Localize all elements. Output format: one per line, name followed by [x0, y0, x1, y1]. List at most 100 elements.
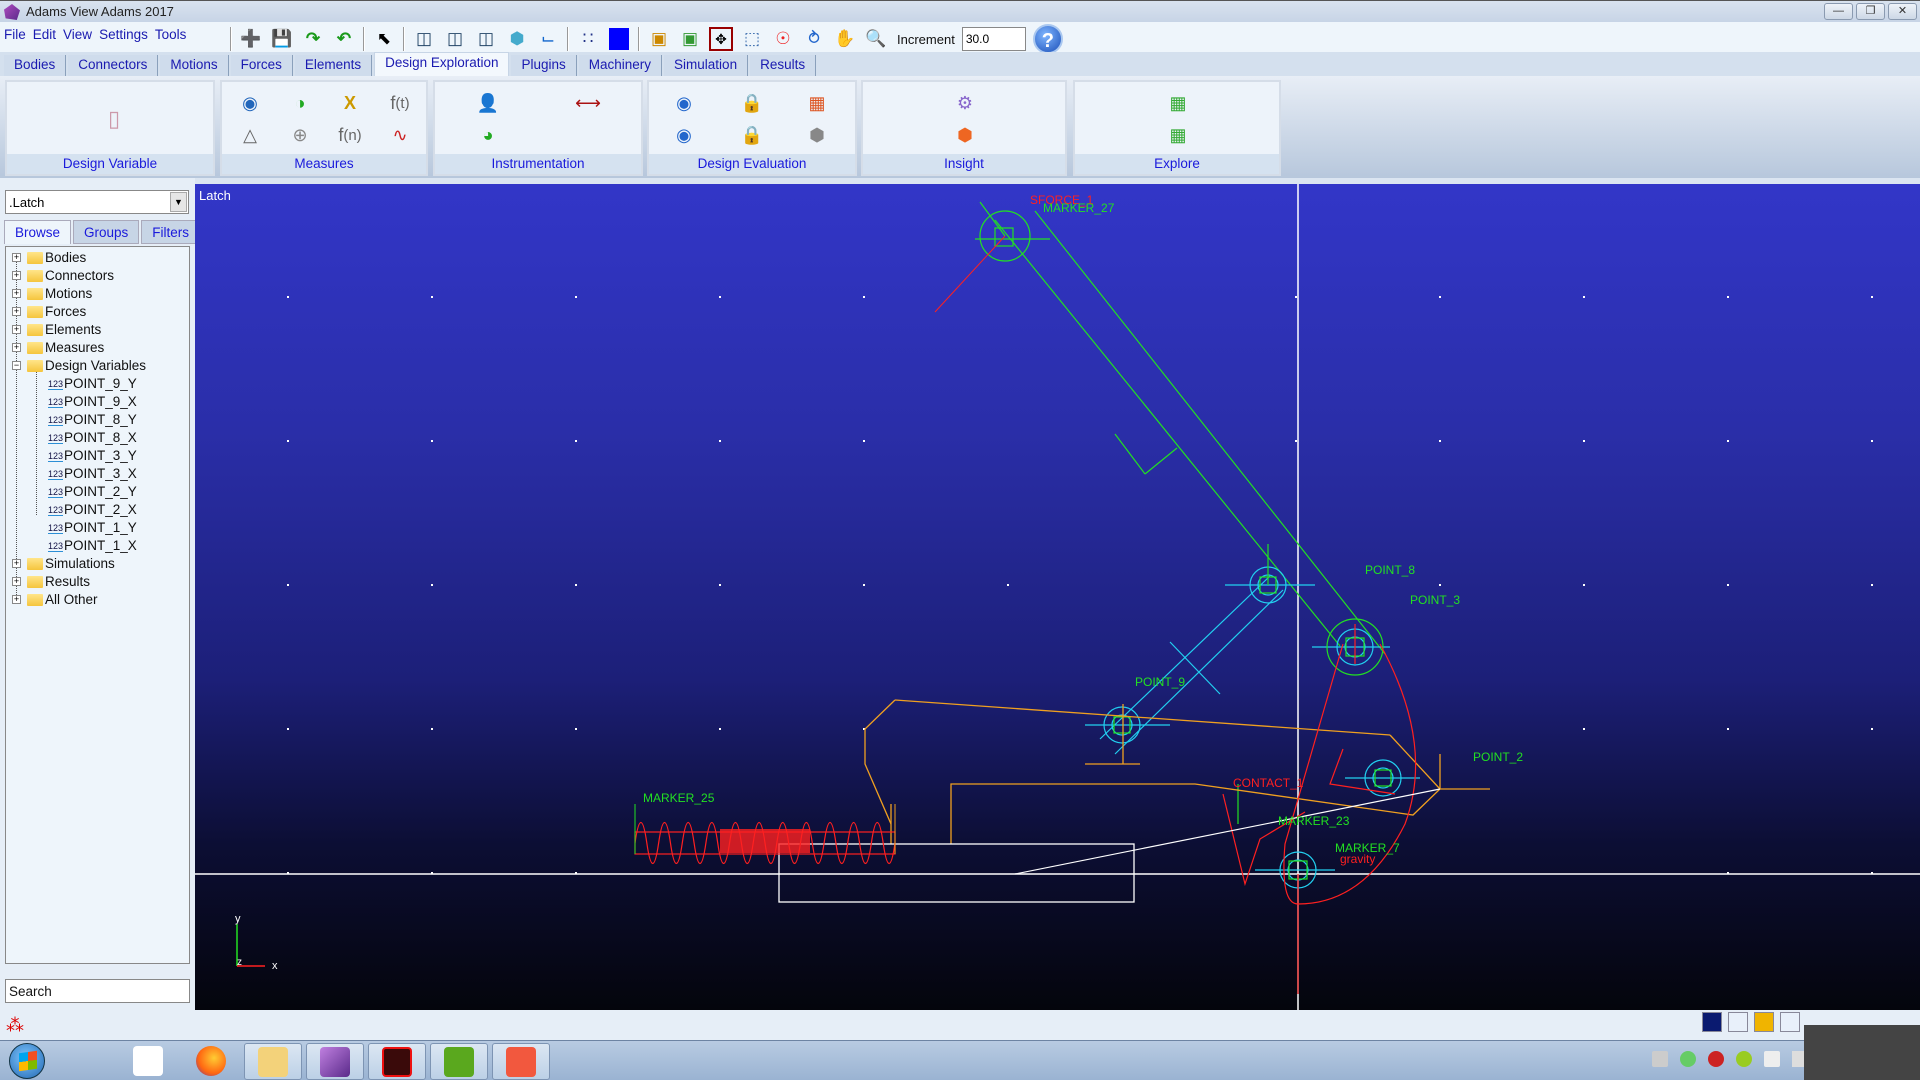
tree-leaf[interactable]: 123 POINT_9_Y [6, 375, 189, 393]
tab-machinery[interactable]: Machinery [578, 55, 663, 76]
adams-status-icon[interactable]: ⁂ [6, 1015, 24, 1036]
360-icon[interactable] [1736, 1051, 1752, 1067]
wechat-icon[interactable] [1680, 1051, 1696, 1067]
render-wireframe-icon[interactable]: ◫ [443, 27, 467, 51]
tree-leaf[interactable]: 123 POINT_1_X [6, 537, 189, 555]
tree-node-forces[interactable]: + Forces [6, 303, 189, 321]
tab-results[interactable]: Results [750, 55, 817, 76]
tree-node-measures[interactable]: + Measures [6, 339, 189, 357]
tree-node-all-other[interactable]: + All Other [6, 591, 189, 609]
tab-filters[interactable]: Filters [141, 220, 201, 244]
zoom-icon[interactable]: 🔍 [864, 27, 888, 51]
calculator-icon[interactable]: ▦ [804, 90, 830, 116]
zoom-box-icon[interactable]: ⬚ [740, 27, 764, 51]
tree-leaf[interactable]: 123 POINT_9_X [6, 393, 189, 411]
function-n-icon[interactable]: f (n) [337, 122, 363, 148]
center-icon[interactable]: ☉ [771, 27, 795, 51]
select-arrow-icon[interactable]: ⬉ [372, 27, 396, 51]
taskbar-adams[interactable] [306, 1043, 364, 1080]
tree-node-results[interactable]: + Results [6, 573, 189, 591]
redo-icon[interactable]: ↶ [332, 27, 356, 51]
tree-node-motions[interactable]: + Motions [6, 285, 189, 303]
render-hidden-icon[interactable]: ◫ [474, 27, 498, 51]
tree-leaf[interactable]: 123 POINT_2_X [6, 501, 189, 519]
tree-leaf[interactable]: 123 POINT_3_X [6, 465, 189, 483]
baidu-cloud-icon[interactable] [133, 1046, 163, 1076]
measure-plot-icon[interactable]: ∿ [387, 122, 413, 148]
model-select[interactable]: .Latch ▼ [5, 190, 189, 214]
menu-tools[interactable]: Tools [155, 27, 187, 42]
taskbar-acrobat[interactable] [368, 1043, 426, 1080]
pan-icon[interactable]: ✋ [833, 27, 857, 51]
taskbar-explorer[interactable] [244, 1043, 302, 1080]
surface-icon[interactable]: ⬢ [804, 122, 830, 148]
tree-leaf[interactable]: 123 POINT_3_Y [6, 447, 189, 465]
point-measure-icon[interactable]: ◉ [237, 90, 263, 116]
browser-search-input[interactable]: Search [5, 979, 190, 1003]
tab-plugins[interactable]: Plugins [511, 55, 577, 76]
tab-elements[interactable]: Elements [294, 55, 373, 76]
tab-forces[interactable]: Forces [230, 55, 293, 76]
new-model-icon[interactable]: ➕ [239, 27, 263, 51]
tab-connectors[interactable]: Connectors [68, 55, 159, 76]
model-viewport[interactable]: SFORCE_1 MARKER_27 MARKER_25 POINT_8 POI… [195, 184, 1920, 1010]
tree-node-connectors[interactable]: + Connectors [6, 267, 189, 285]
coordinate-system-icon[interactable]: ⌙ [536, 27, 560, 51]
gauge-icon[interactable]: ◕ [475, 122, 501, 148]
objective-icon[interactable]: ◉ [671, 90, 697, 116]
keyboard-icon[interactable] [1652, 1051, 1668, 1067]
rotate-icon[interactable]: ⥁ [802, 27, 826, 51]
triad-toggle-icon[interactable] [1728, 1012, 1748, 1032]
help-icon[interactable]: ? [1032, 24, 1063, 54]
tree-node-bodies[interactable]: + Bodies [6, 249, 189, 267]
fit-icon[interactable]: ▣ [678, 27, 702, 51]
save-icon[interactable]: 💾 [270, 27, 294, 51]
insight-export-icon[interactable]: ⚙ [952, 90, 978, 116]
constraint-icon[interactable]: 🔒 [739, 90, 765, 116]
angle-measure-icon[interactable]: ◑ [287, 90, 313, 116]
orientation-measure-icon[interactable]: ⊕ [287, 122, 313, 148]
grid-icon[interactable]: ∷ [576, 27, 600, 51]
restore-button[interactable]: ❐ [1856, 3, 1885, 20]
tab-groups[interactable]: Groups [73, 220, 140, 244]
start-button[interactable] [9, 1043, 45, 1079]
translate-icon[interactable]: ✥ [709, 27, 733, 51]
function-time-icon[interactable]: f (t) [387, 90, 413, 116]
table-export-icon[interactable]: ▦ [1165, 90, 1191, 116]
tab-design-exploration[interactable]: Design Exploration [374, 52, 510, 76]
tree-leaf[interactable]: 123 POINT_8_Y [6, 411, 189, 429]
security-icon[interactable] [1708, 1051, 1724, 1067]
undo-icon[interactable]: ↷ [301, 27, 325, 51]
grid-toggle-icon[interactable] [1780, 1012, 1800, 1032]
minimize-button[interactable]: — [1824, 3, 1853, 20]
tree-leaf[interactable]: 123 POINT_2_Y [6, 483, 189, 501]
power-icon[interactable] [1764, 1051, 1780, 1067]
distance-measure-icon[interactable]: △ [237, 122, 263, 148]
taskbar-camtasia-recorder[interactable] [430, 1043, 488, 1080]
chevron-down-icon[interactable]: ▼ [170, 192, 187, 212]
color-swatch-icon[interactable] [1754, 1012, 1774, 1032]
table-import-icon[interactable]: ▦ [1165, 122, 1191, 148]
tree-node-simulations[interactable]: + Simulations [6, 555, 189, 573]
range-measure-icon[interactable]: X [337, 90, 363, 116]
tab-browse[interactable]: Browse [4, 220, 72, 244]
iso-view-icon[interactable]: ⬢ [505, 27, 529, 51]
tree-node-elements[interactable]: + Elements [6, 321, 189, 339]
menu-file[interactable]: File [4, 27, 26, 42]
tab-simulation[interactable]: Simulation [664, 55, 749, 76]
insight-surface-icon[interactable]: ⬢ [952, 122, 978, 148]
menu-settings[interactable]: Settings [99, 27, 148, 42]
close-button[interactable]: ✕ [1888, 3, 1917, 20]
tree-leaf[interactable]: 123 POINT_8_X [6, 429, 189, 447]
menu-edit[interactable]: Edit [33, 27, 56, 42]
objective-group-icon[interactable]: ◉ [671, 122, 697, 148]
taskbar-camtasia[interactable] [492, 1043, 550, 1080]
shadow-icon[interactable]: ▣ [647, 27, 671, 51]
dimension-icon[interactable]: ⟷ [575, 90, 601, 116]
tree-leaf[interactable]: 123 POINT_1_Y [6, 519, 189, 537]
firefox-icon[interactable] [196, 1046, 226, 1076]
sensor-icon[interactable]: 👤 [475, 90, 501, 116]
menu-view[interactable]: View [63, 27, 92, 42]
design-variable-icon[interactable]: ▯ [101, 106, 127, 132]
constraint-group-icon[interactable]: 🔒 [739, 122, 765, 148]
